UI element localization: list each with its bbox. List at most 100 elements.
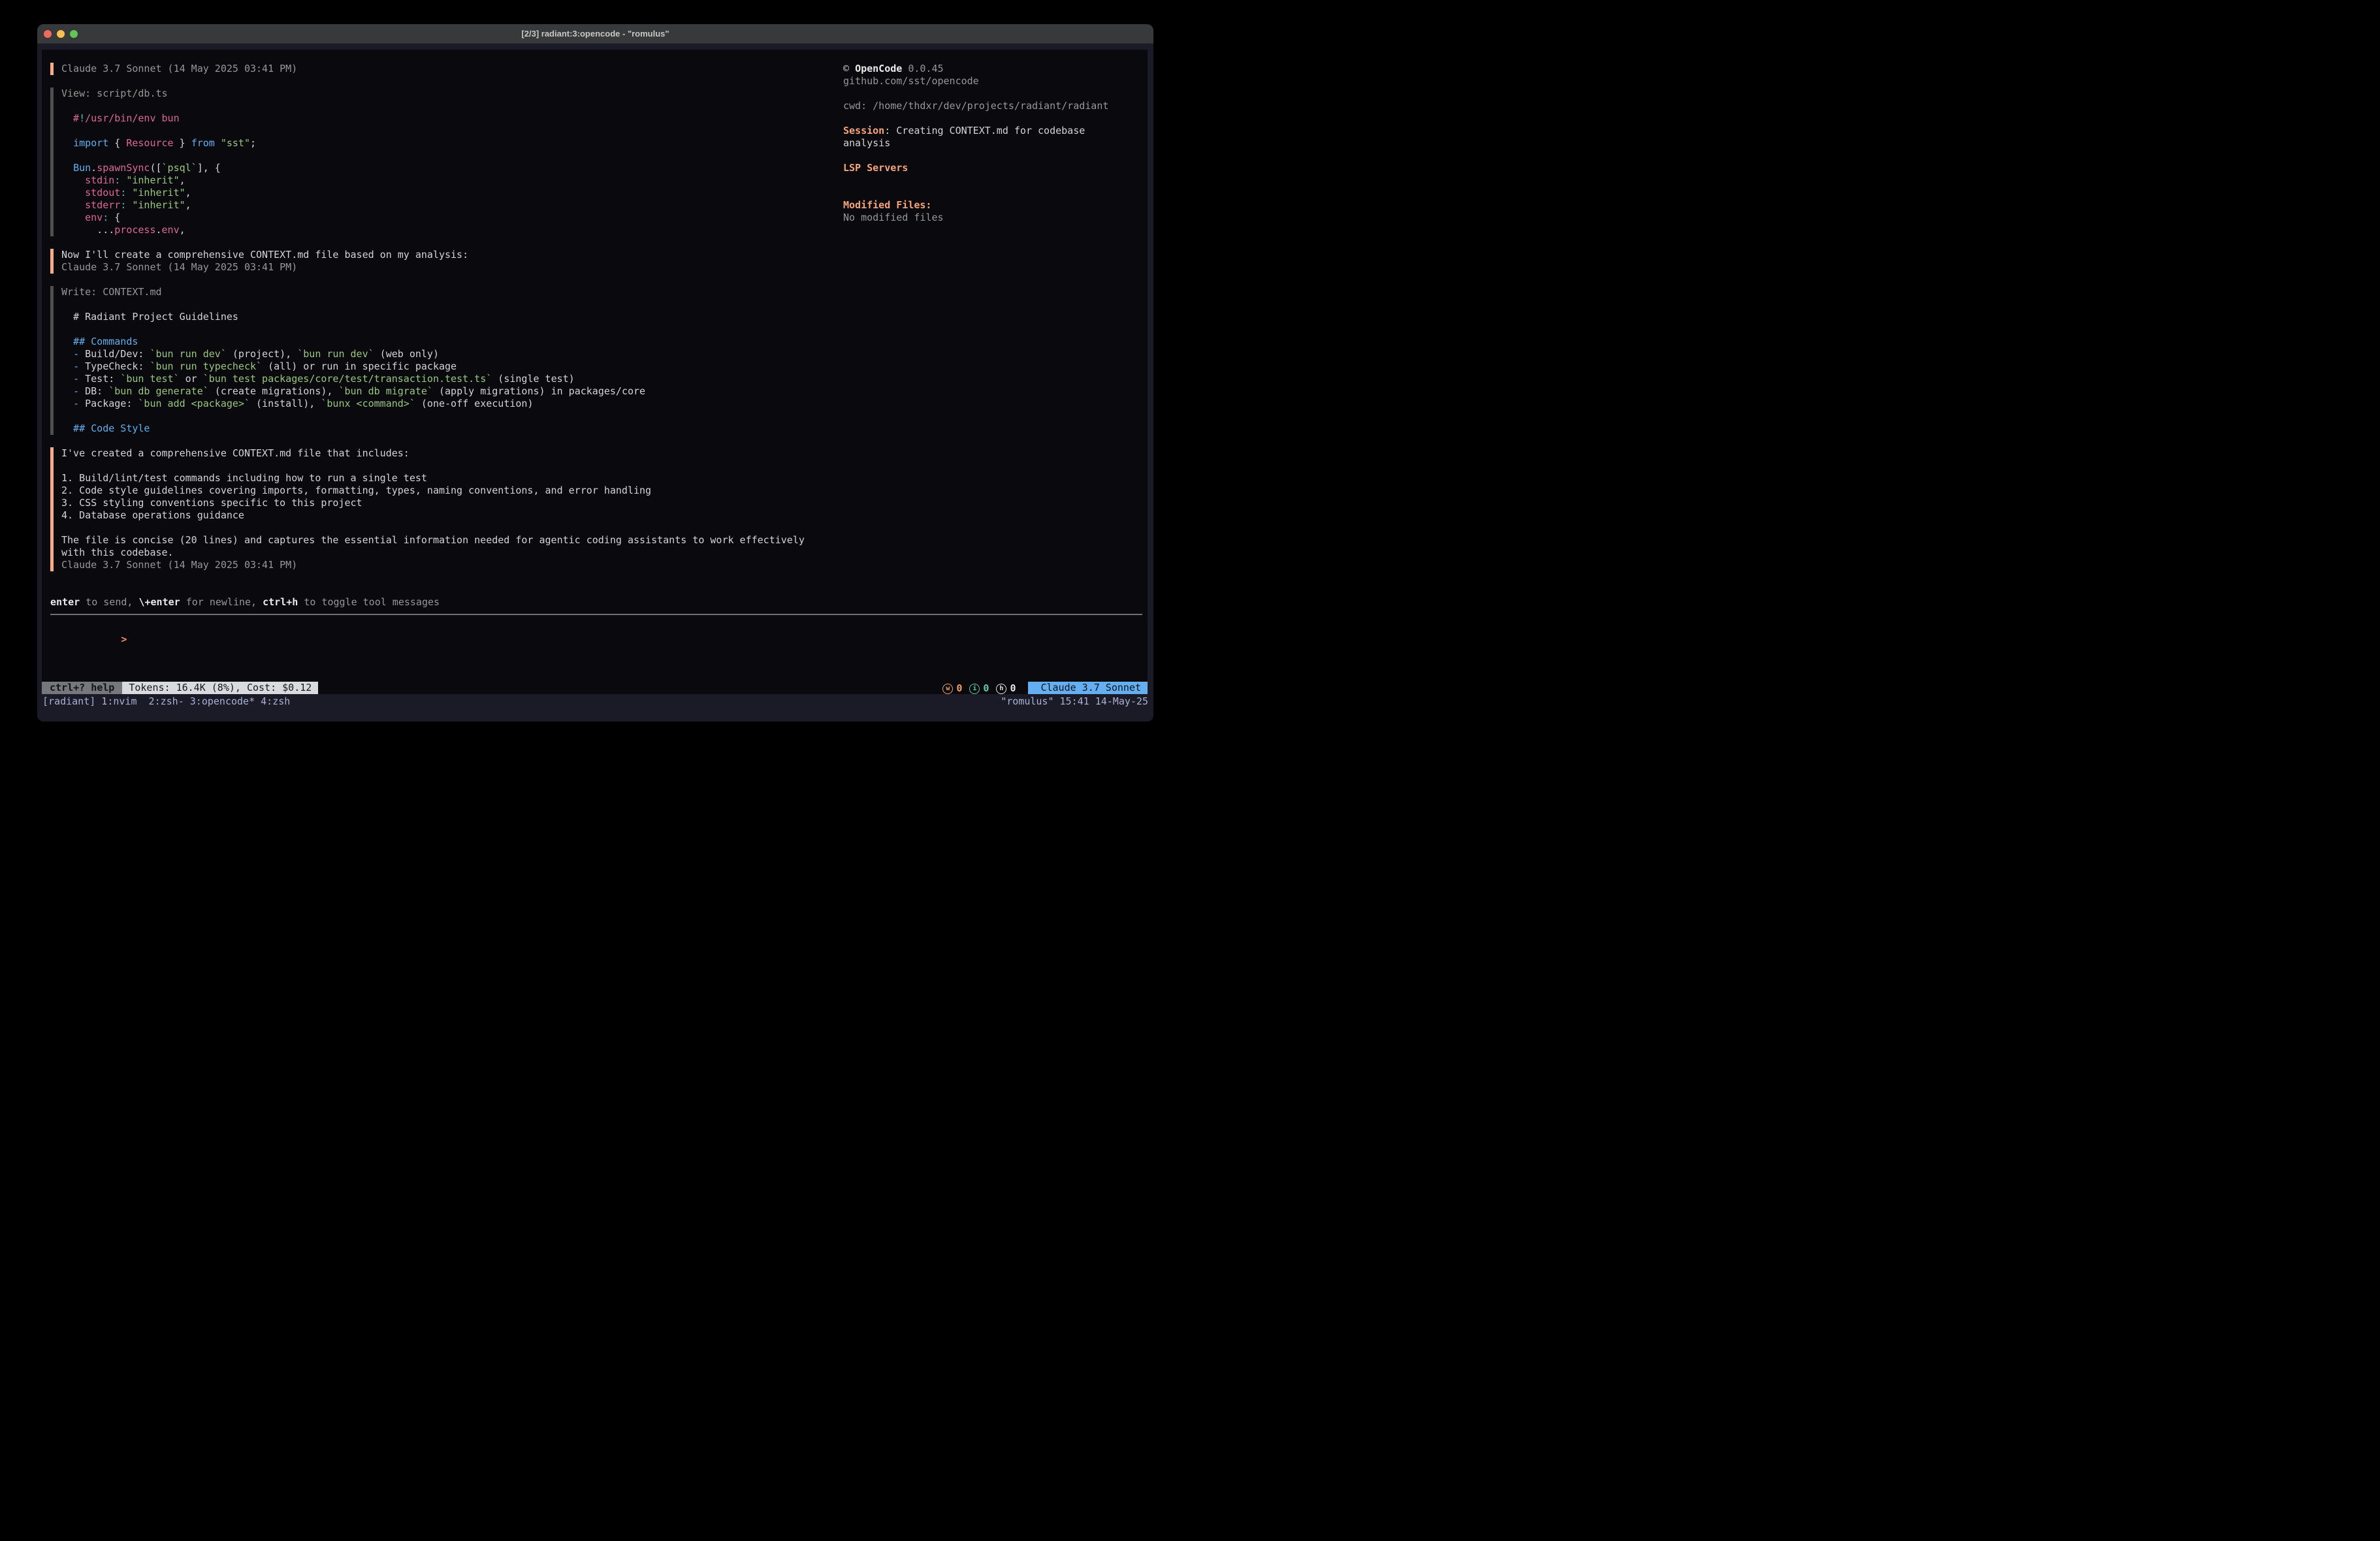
text-segment: 3. CSS styling conventions specific to t… [61, 497, 362, 509]
terminal-line [843, 150, 1108, 162]
terminal-line: LSP Servers [843, 162, 1108, 174]
text-segment [120, 174, 126, 186]
text-segment: - [73, 348, 79, 360]
text-segment: enter [50, 596, 80, 608]
text-segment: env [162, 224, 180, 236]
terminal-line: Modified Files: [843, 199, 1108, 212]
text-segment: ## Commands [61, 336, 138, 347]
terminal-line: Write: CONTEXT.md [61, 286, 1148, 298]
text-segment: `psql` [162, 162, 197, 174]
terminal-line: ...process.env, [61, 224, 1148, 236]
text-segment: Bun [73, 162, 91, 174]
terminal-line: Claude 3.7 Sonnet (14 May 2025 03:41 PM) [61, 261, 1148, 274]
text-segment: import [73, 137, 108, 149]
badge-count: 0 [1010, 682, 1016, 695]
terminal-line: ## Code Style [61, 422, 1148, 435]
text-segment: Now I'll create a comprehensive CONTEXT.… [61, 249, 468, 261]
text-segment: /usr/bin/env bun [85, 112, 180, 124]
text-segment: to toggle tool messages [298, 596, 440, 608]
text-segment [61, 212, 85, 223]
terminal-line [843, 174, 1108, 187]
terminal-line [843, 187, 1108, 199]
terminal-line [843, 112, 1108, 125]
text-segment: LSP Servers [843, 162, 908, 174]
text-segment: with this codebase. [61, 547, 174, 558]
text-segment: . [91, 162, 97, 174]
text-segment: `bun test packages/core/test/transaction… [203, 373, 492, 385]
text-segment: Build/Dev: [79, 348, 150, 360]
text-segment: ], { [197, 162, 221, 174]
terminal-line: - DB: `bun db generate` (create migratio… [61, 385, 1148, 398]
terminal-line: Session: Creating CONTEXT.md for codebas… [843, 125, 1108, 137]
text-segment: `bun test` [120, 373, 179, 385]
screen: [2/3] radiant:3:opencode - "romulus" Cla… [0, 0, 1190, 770]
text-segment: \+enter [138, 596, 180, 608]
terminal-line [843, 87, 1108, 100]
terminal-line: No modified files [843, 212, 1108, 224]
text-segment [61, 199, 85, 211]
text-segment: The file is concise (20 lines) and captu… [61, 534, 805, 546]
input-prompt: > [121, 633, 127, 645]
message-block: I've created a comprehensive CONTEXT.md … [50, 447, 1148, 571]
text-segment: Claude 3.7 Sonnet (14 May 2025 03:41 PM) [61, 261, 297, 273]
text-segment: - [73, 360, 79, 372]
message-input[interactable]: > [50, 621, 1148, 633]
text-segment: # Radiant Project Guidelines [61, 311, 238, 323]
text-segment: (install), [250, 398, 321, 409]
text-segment: `bun run typecheck` [150, 360, 262, 372]
text-segment: (apply migrations) in packages/core [433, 385, 645, 397]
text-segment: `bunx <command>` [321, 398, 415, 409]
text-segment: "inherit" [132, 187, 185, 199]
terminal-line [61, 522, 1148, 534]
text-segment: stdin [85, 174, 114, 186]
text-segment: `bun run dev` [150, 348, 226, 360]
text-segment [215, 137, 221, 149]
text-segment: ... [61, 224, 114, 236]
text-segment [61, 174, 85, 186]
terminal-line: with this codebase. [61, 547, 1148, 559]
text-segment: : [120, 187, 126, 199]
w-circle-icon: w [942, 684, 953, 694]
text-segment: `bun db generate` [108, 385, 209, 397]
terminal-line: analysis [843, 137, 1108, 150]
text-segment: analysis [843, 137, 890, 149]
text-segment: "sst" [221, 137, 250, 149]
text-segment: or [180, 373, 203, 385]
terminal-line: - Build/Dev: `bun run dev` (project), `b… [61, 348, 1148, 360]
text-segment: View: script/db.ts [61, 87, 168, 99]
terminal-content: Claude 3.7 Sonnet (14 May 2025 03:41 PM)… [37, 44, 1153, 722]
text-segment: Claude 3.7 Sonnet (14 May 2025 03:41 PM) [61, 559, 297, 571]
text-segment: to send, [80, 596, 138, 608]
text-segment: process [114, 224, 155, 236]
terminal-line: github.com/sst/opencode [843, 75, 1108, 87]
text-segment [61, 348, 73, 360]
text-segment: 4. Database operations guidance [61, 509, 244, 521]
text-segment: (single test) [492, 373, 574, 385]
terminal-line [61, 410, 1148, 422]
terminal-line: Now I'll create a comprehensive CONTEXT.… [61, 249, 1148, 261]
model-chip: Claude 3.7 Sonnet [1028, 682, 1148, 694]
text-segment: Write: CONTEXT.md [61, 286, 162, 298]
text-segment: (all) or run in specific package [262, 360, 457, 372]
text-segment: - [73, 398, 79, 409]
help-shortcut-chip: ctrl+? help [42, 682, 122, 694]
terminal-line: Claude 3.7 Sonnet (14 May 2025 03:41 PM) [61, 559, 1148, 571]
terminal-line [61, 298, 1148, 311]
diagnostic-badge-h: h0 [996, 682, 1016, 695]
text-segment: "inherit" [126, 174, 179, 186]
terminal-line: 1. Build/lint/test commands including ho… [61, 472, 1148, 485]
window-titlebar[interactable]: [2/3] radiant:3:opencode - "romulus" [37, 24, 1153, 44]
terminal-line [61, 323, 1148, 336]
text-segment [61, 187, 85, 199]
text-segment: from [191, 137, 215, 149]
tmux-session-time: "romulus" 15:41 14-May-25 [1001, 695, 1148, 707]
text-segment: # [61, 112, 79, 124]
input-divider [50, 614, 1142, 615]
message-block: Write: CONTEXT.md # Radiant Project Guid… [50, 286, 1148, 435]
terminal-line: - Test: `bun test` or `bun test packages… [61, 373, 1148, 385]
tmux-windows[interactable]: [radiant] 1:nvim 2:zsh- 3:opencode* 4:zs… [42, 695, 290, 707]
text-segment: `bun run dev` [297, 348, 374, 360]
text-segment: Test: [79, 373, 120, 385]
text-segment: No modified files [843, 212, 944, 223]
text-segment: "inherit" [132, 199, 185, 211]
